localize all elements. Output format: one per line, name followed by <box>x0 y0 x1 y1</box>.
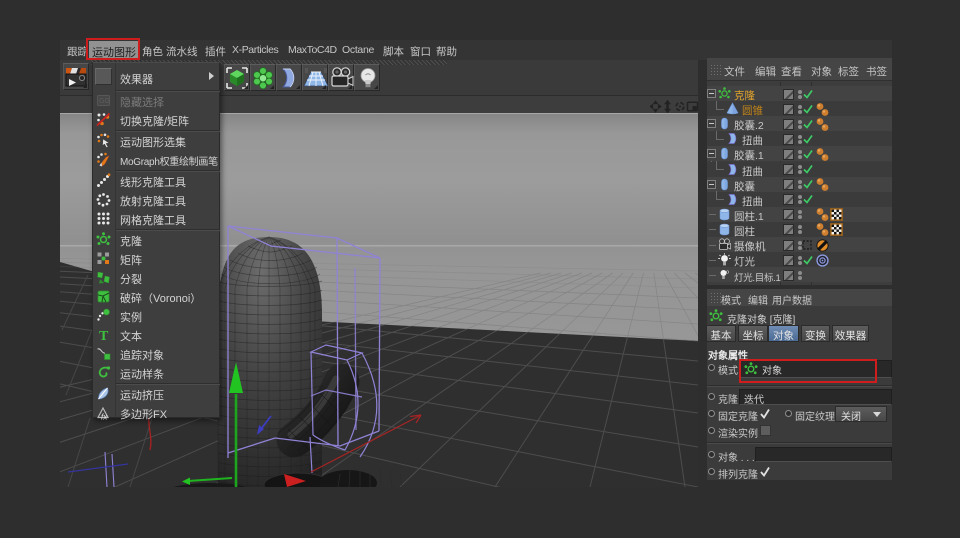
svg-text:o: o <box>726 270 729 276</box>
svg-text:GG: GG <box>99 98 110 105</box>
svg-text:fx: fx <box>101 413 108 421</box>
svg-text:T: T <box>99 329 109 342</box>
